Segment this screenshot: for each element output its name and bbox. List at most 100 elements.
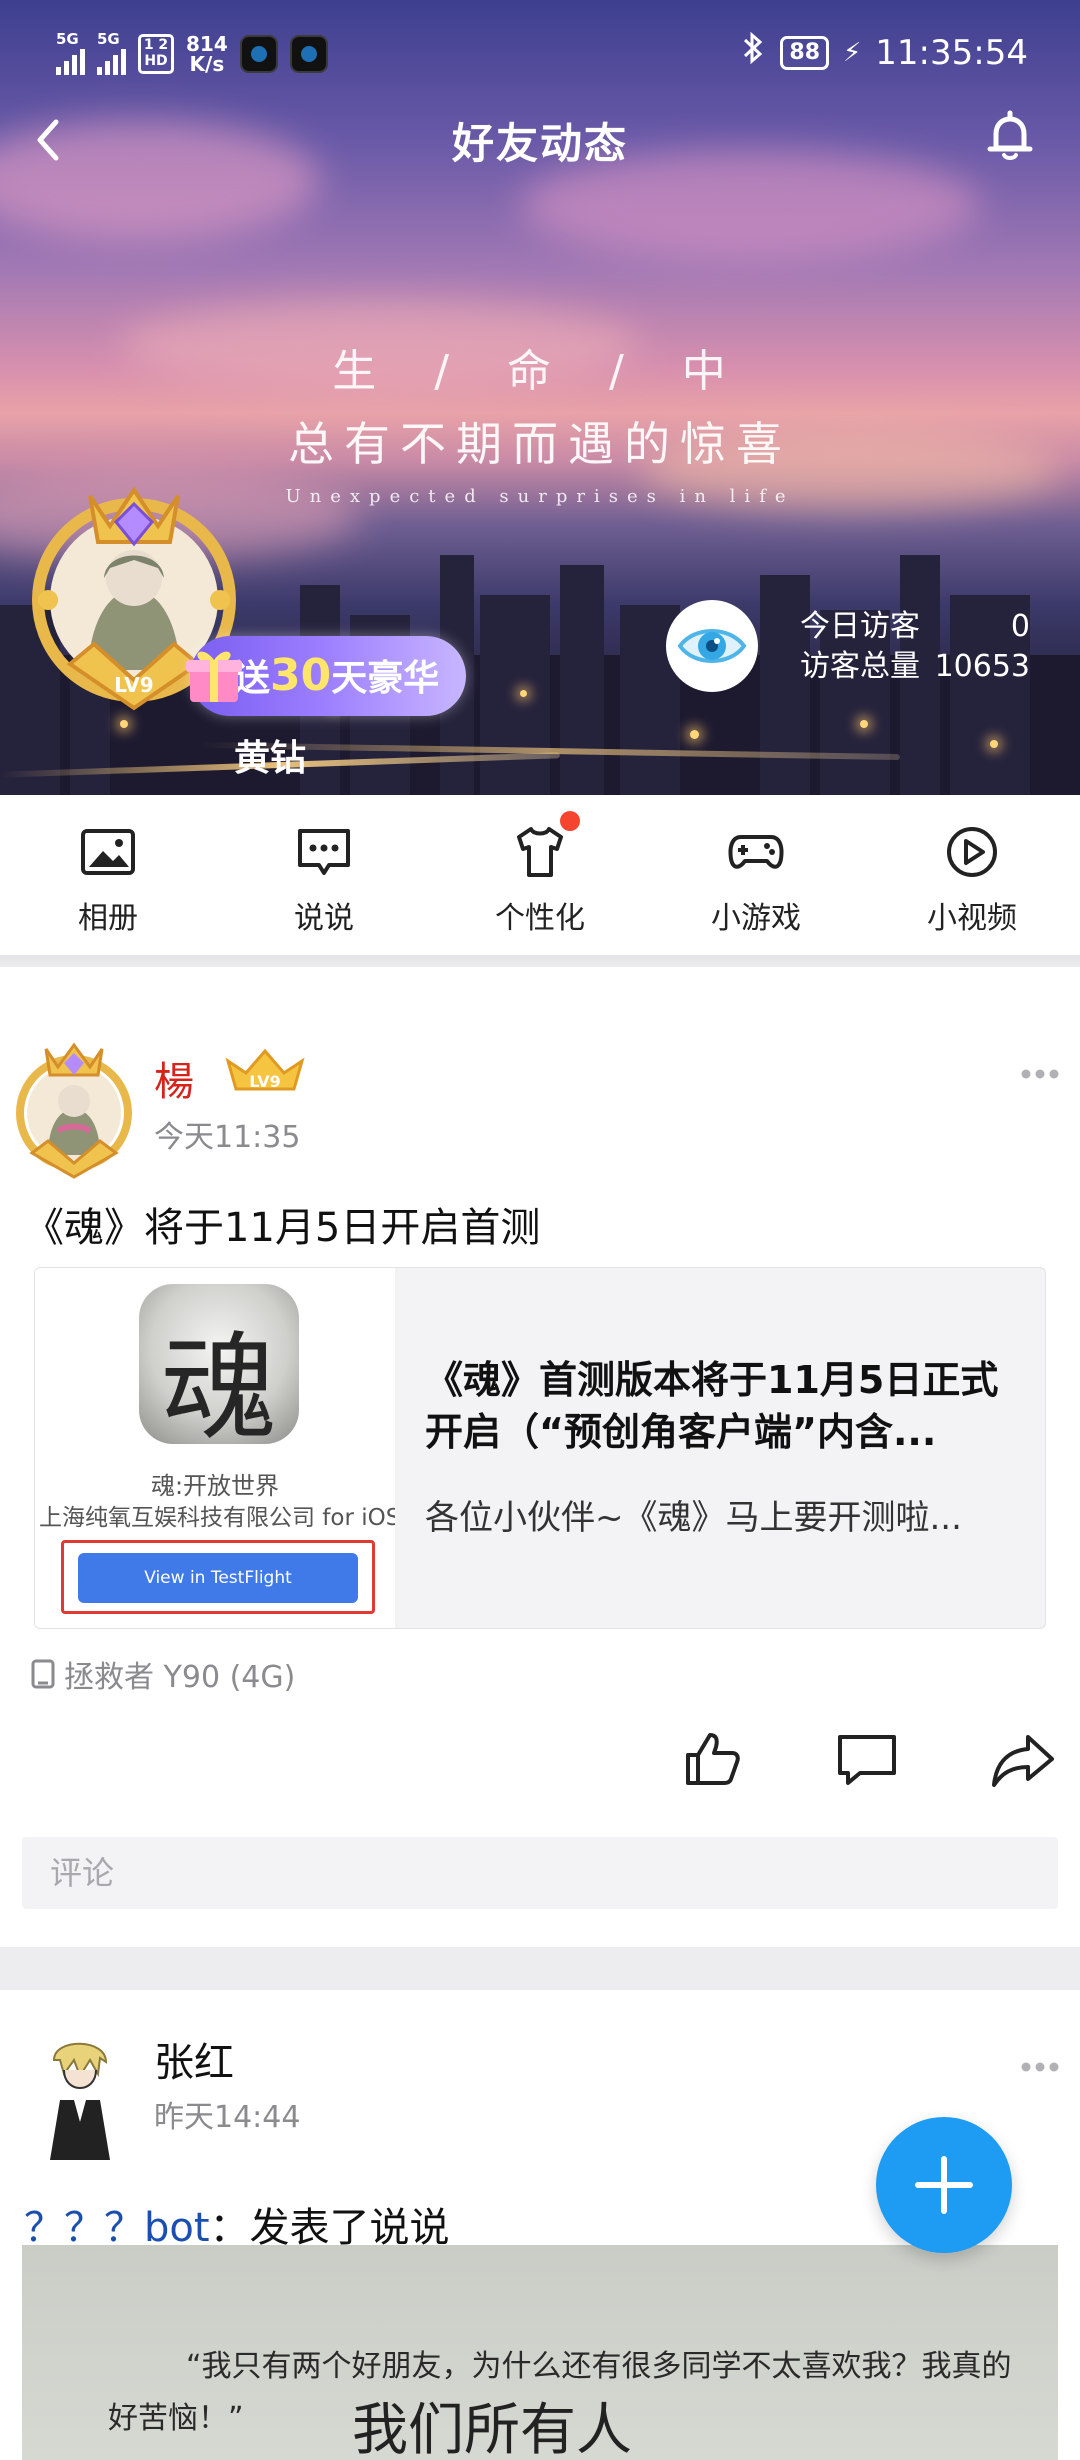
unread-dot	[560, 811, 580, 831]
link-thumbnail: 魂 魂:开放世界 上海纯氧互娱科技有限公司 for iOS View in Te…	[35, 1268, 395, 1628]
shortcut-moments[interactable]: 说说	[216, 795, 432, 955]
visitor-eye-button[interactable]	[666, 600, 758, 692]
city-light	[120, 720, 128, 728]
more-options-icon[interactable]	[1020, 2060, 1060, 2074]
message-icon	[298, 829, 350, 875]
charging-icon: ⚡	[843, 37, 862, 68]
shortcut-bar: 相册 说说 个性化 小游戏 小视频	[0, 795, 1080, 955]
visitors-total-label: 访客总量	[800, 649, 920, 684]
visitors-today-value: 0	[1010, 609, 1030, 644]
author-name[interactable]: 楊	[154, 1049, 194, 1107]
app-company: 上海纯氧互娱科技有限公司 for iOS	[39, 1505, 395, 1531]
photo-text-line: 好苦恼！”	[108, 2401, 244, 2436]
app-screen: 5G 5G 1 2 HD 814 K/s 88 ⚡ 11:35:54 好友动态 …	[0, 0, 1080, 2460]
shortcut-videos[interactable]: 小视频	[864, 795, 1080, 955]
image-icon	[81, 829, 135, 875]
shortcut-label: 相册	[78, 901, 138, 936]
network-speed: 814 K/s	[186, 34, 228, 74]
hd-top: 1 2	[143, 36, 169, 53]
speed-value: 814	[186, 31, 228, 56]
link-description: 各位小伙伴~《魂》马上要开测啦...	[425, 1498, 962, 1538]
eye-icon	[677, 629, 747, 663]
shortcut-album[interactable]: 相册	[0, 795, 216, 955]
photo-handwriting: 我们所有人	[352, 2398, 632, 2460]
shared-link-card[interactable]: 魂 魂:开放世界 上海纯氧互娱科技有限公司 for iOS View in Te…	[34, 1267, 1046, 1629]
phone-icon	[31, 1659, 55, 1689]
device-info: 拯救者 Y90 (4G)	[30, 1652, 295, 1696]
level-badge-text: LV9	[114, 673, 153, 697]
photo-text-line: “我只有两个好朋友，为什么还有很多同学不太喜欢我？我真的	[186, 2349, 1012, 2384]
signal-label: 5G	[56, 30, 79, 48]
anime-avatar-icon	[50, 2042, 110, 2160]
comment-input[interactable]: 评论	[22, 1837, 1058, 1909]
promo-banner-button[interactable]: 送30天豪华黄钻	[186, 636, 466, 779]
app-icon-glyph: 魂	[161, 1321, 277, 1456]
visitors-total-value: 10653	[934, 649, 1030, 684]
signal-5g-2: 5G	[97, 32, 126, 75]
visitor-stats[interactable]: 今日访客 0 访客总量 10653	[800, 607, 1030, 687]
author-avatar[interactable]	[8, 1035, 140, 1179]
signal-label: 5G	[97, 30, 120, 48]
signal-bars-icon	[97, 47, 126, 75]
avatar-frame-icon	[16, 1042, 132, 1179]
visitors-total: 访客总量 10653	[800, 647, 1030, 687]
gamepad-icon	[728, 835, 784, 869]
comment-icon[interactable]	[834, 1727, 900, 1793]
bell-icon	[987, 110, 1033, 160]
status-left: 5G 5G 1 2 HD 814 K/s	[56, 32, 328, 75]
city-light	[690, 730, 699, 739]
device-name: 拯救者 Y90 (4G)	[64, 1660, 296, 1695]
gift-icon	[186, 651, 242, 702]
plus-icon	[915, 2156, 973, 2214]
like-icon[interactable]	[680, 1727, 746, 1793]
play-icon	[947, 827, 997, 877]
visitors-today-label: 今日访客	[800, 609, 920, 644]
app-notification-icon	[289, 34, 328, 73]
signal-bars-icon	[56, 47, 85, 75]
post-time: 今天11:35	[154, 1120, 301, 1155]
author-name[interactable]: 张红	[154, 2030, 234, 2088]
share-icon[interactable]	[990, 1727, 1056, 1793]
hd-voice-icon: 1 2 HD	[138, 33, 174, 74]
shortcut-games[interactable]: 小游戏	[648, 795, 864, 955]
post-photo[interactable]: “我只有两个好朋友，为什么还有很多同学不太喜欢我？我真的 好苦恼！” 我们所有人	[22, 2245, 1058, 2460]
notification-button[interactable]	[978, 104, 1042, 168]
clock: 11:35:54	[875, 32, 1028, 73]
battery-icon: 88	[780, 35, 830, 70]
tshirt-icon	[517, 827, 563, 877]
city-light	[520, 690, 527, 697]
status-bar: 5G 5G 1 2 HD 814 K/s 88 ⚡ 11:35:54	[0, 0, 1080, 110]
city-light	[990, 740, 998, 748]
building	[560, 565, 604, 795]
shortcut-label: 说说	[294, 901, 354, 936]
top-nav: 好友动态	[0, 100, 1080, 180]
signal-5g-1: 5G	[56, 32, 85, 75]
bluetooth-icon	[740, 30, 766, 75]
shortcut-personalize[interactable]: 个性化	[432, 795, 648, 955]
hd-bottom: HD	[144, 52, 168, 69]
cover-banner[interactable]: 5G 5G 1 2 HD 814 K/s 88 ⚡ 11:35:54 好友动态 …	[0, 0, 1080, 795]
page-title: 好友动态	[451, 119, 628, 168]
compose-fab-button[interactable]	[876, 2117, 1012, 2253]
crown-badge-icon: LV9	[225, 1048, 305, 1091]
speed-unit: K/s	[189, 51, 225, 76]
shortcut-label: 小游戏	[711, 901, 801, 936]
building	[480, 595, 550, 795]
status-right: 88 ⚡ 11:35:54	[740, 30, 1028, 75]
link-title: 《魂》首测版本将于11月5日正式开启（“预创角客户端”内含...	[425, 1358, 999, 1454]
slogan-line-1: 生 / 命 / 中	[332, 346, 748, 397]
promo-number: 30	[270, 650, 332, 701]
post-time: 昨天14:44	[154, 2100, 301, 2135]
post-text: 《魂》将于11月5日开启首测	[24, 1205, 541, 1251]
app-name: 魂:开放世界	[150, 1472, 280, 1500]
vip-level-badge: LV9	[220, 1047, 310, 1101]
shortcut-label: 小视频	[927, 901, 1017, 936]
app-notification-icon	[239, 34, 278, 73]
testflight-button: View in TestFlight	[78, 1553, 358, 1603]
more-options-icon[interactable]	[1020, 1067, 1060, 1081]
feed-post[interactable]: 楊 LV9 今天11:35 《魂》将于11月5日开启首测 魂 魂:开放世界 上海…	[0, 967, 1080, 1947]
app-icon: 魂	[139, 1284, 299, 1456]
testflight-highlight: View in TestFlight	[61, 1540, 375, 1614]
city-light	[860, 720, 868, 728]
author-avatar[interactable]	[40, 2030, 120, 2170]
